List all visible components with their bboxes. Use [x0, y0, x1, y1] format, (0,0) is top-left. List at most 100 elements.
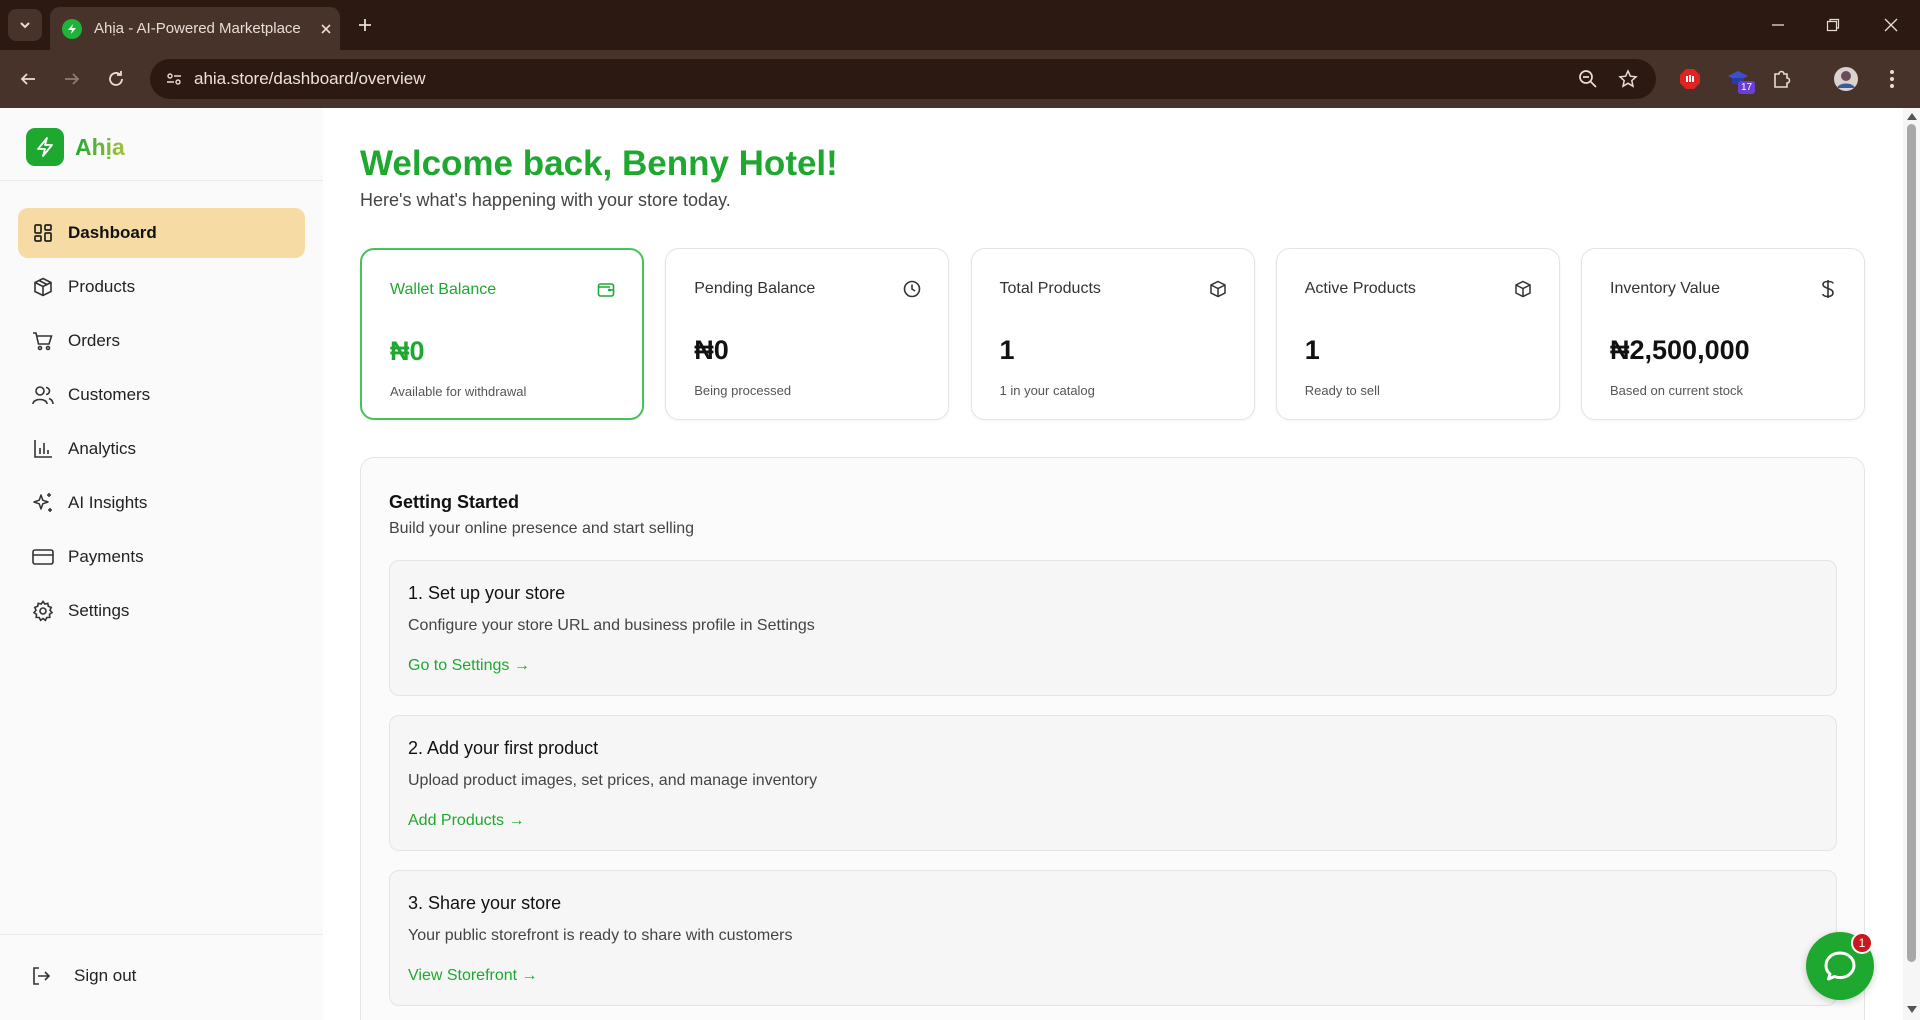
tab-search-button[interactable] [8, 9, 42, 41]
package-icon [1513, 279, 1533, 299]
chat-bubble-icon [1824, 951, 1856, 981]
page-subtitle: Here's what's happening with your store … [360, 190, 731, 210]
minimize-button[interactable] [1758, 10, 1798, 40]
scroll-down-arrow[interactable] [1907, 1006, 1917, 1013]
stat-title: Pending Balance [694, 280, 816, 297]
stat-value: ₦0 [694, 335, 729, 365]
sidebar-item-label: Customers [68, 385, 151, 404]
extension-badge-icon[interactable]: 17 [1722, 63, 1756, 95]
close-tab-icon[interactable] [316, 19, 336, 39]
step-description: Upload product images, set prices, and m… [408, 772, 818, 789]
sidebar-item-label: Payments [68, 547, 144, 566]
sidebar-item-label: Settings [68, 601, 130, 620]
extension-badge-count: 17 [1738, 81, 1756, 94]
stat-title: Wallet Balance [390, 281, 497, 298]
clock-icon [902, 279, 922, 299]
scroll-up-arrow[interactable] [1907, 113, 1917, 120]
ahia-logo-icon [26, 128, 64, 166]
extensions-puzzle-icon[interactable] [1766, 63, 1798, 95]
profile-avatar[interactable] [1830, 63, 1862, 95]
users-icon [32, 384, 54, 406]
view-storefront-link[interactable]: View Storefront → [408, 967, 538, 985]
brand[interactable]: Ahịa [26, 128, 125, 166]
package-icon [1208, 279, 1228, 299]
stat-title: Active Products [1304, 280, 1416, 297]
forward-button[interactable] [56, 63, 88, 95]
dashboard-icon [32, 222, 54, 244]
plus-icon [359, 19, 371, 31]
stat-card-wallet-balance[interactable]: Wallet Balance ₦0 Available for withdraw… [360, 248, 644, 420]
step-share-store: 3. Share your store Your public storefro… [389, 870, 1837, 1006]
address-bar[interactable]: ahia.store/dashboard/overview [150, 59, 1656, 99]
stat-caption: 1 in your catalog [999, 383, 1095, 398]
sidebar: Ahịa Dashboard Products Orders Customers… [0, 108, 324, 1020]
arrow-left-icon [20, 73, 35, 85]
bookmark-star-icon[interactable] [1616, 67, 1640, 91]
cart-icon [32, 330, 54, 352]
chevron-down-icon [20, 22, 30, 29]
minimize-icon [1772, 24, 1784, 26]
sign-out-button[interactable]: Sign out [30, 965, 136, 987]
sidebar-item-orders[interactable]: Orders [18, 316, 305, 366]
stat-value: ₦0 [390, 336, 425, 366]
reload-button[interactable] [100, 63, 132, 95]
stat-title: Total Products [999, 280, 1101, 297]
getting-started-title: Getting Started [389, 492, 520, 512]
back-button[interactable] [12, 63, 44, 95]
step-title: 3. Share your store [408, 893, 562, 913]
browser-toolbar: ahia.store/dashboard/overview 17 [0, 50, 1920, 108]
step-description: Configure your store URL and business pr… [408, 617, 815, 634]
step-title: 1. Set up your store [408, 583, 566, 603]
sidebar-item-products[interactable]: Products [18, 262, 305, 312]
stat-title: Inventory Value [1610, 280, 1720, 297]
stat-card-inventory-value[interactable]: Inventory Value ₦2,500,000 Based on curr… [1581, 248, 1865, 420]
sparkles-icon [32, 492, 54, 514]
sidebar-item-dashboard[interactable]: Dashboard [18, 208, 305, 258]
logout-icon [30, 965, 52, 987]
credit-card-icon [32, 546, 54, 568]
dollar-icon [1818, 279, 1838, 299]
close-icon [1884, 18, 1898, 32]
stat-value: ₦2,500,000 [1610, 335, 1750, 365]
browser-menu-icon[interactable] [1876, 63, 1908, 95]
browser-tab[interactable]: Ahịa - AI-Powered Marketplace [50, 7, 340, 50]
wallet-icon [596, 280, 616, 300]
brand-name: Ahịa [75, 133, 125, 160]
go-to-settings-link[interactable]: Go to Settings → [408, 657, 530, 675]
sidebar-nav: Dashboard Products Orders Customers Anal… [18, 208, 305, 640]
step-add-product: 2. Add your first product Upload product… [389, 715, 1837, 851]
stat-card-active-products[interactable]: Active Products 1 Ready to sell [1275, 248, 1560, 420]
add-products-link[interactable]: Add Products → [408, 812, 525, 830]
main-content: Welcome back, Benny Hotel! Here's what's… [323, 108, 1903, 1020]
url-text: ahia.store/dashboard/overview [194, 69, 426, 88]
sidebar-item-customers[interactable]: Customers [18, 370, 305, 420]
stat-caption: Based on current stock [1610, 383, 1743, 398]
browser-tab-bar: Ahịa - AI-Powered Marketplace [0, 0, 1920, 50]
sidebar-item-ai-insights[interactable]: AI Insights [18, 478, 305, 528]
close-window-button[interactable] [1871, 10, 1911, 40]
reload-icon [109, 71, 123, 86]
sidebar-item-settings[interactable]: Settings [18, 586, 305, 636]
adblock-extension-icon[interactable] [1674, 63, 1706, 95]
divider [0, 180, 323, 181]
stat-caption: Being processed [694, 383, 792, 398]
step-title: 2. Add your first product [408, 738, 599, 758]
stat-caption: Ready to sell [1304, 383, 1380, 398]
restore-icon [1826, 18, 1840, 32]
scrollbar-thumb[interactable] [1907, 124, 1916, 962]
stat-card-pending-balance[interactable]: Pending Balance ₦0 Being processed [665, 248, 950, 420]
stat-card-total-products[interactable]: Total Products 1 1 in your catalog [970, 248, 1255, 420]
package-icon [32, 276, 54, 298]
page-scrollbar[interactable] [1903, 108, 1920, 1020]
sign-out-label: Sign out [74, 966, 137, 985]
arrow-right-icon [65, 73, 80, 85]
sidebar-item-label: AI Insights [68, 493, 148, 512]
new-tab-button[interactable] [352, 12, 378, 38]
restore-button[interactable] [1813, 10, 1853, 40]
site-info-icon[interactable] [164, 69, 184, 89]
sidebar-item-payments[interactable]: Payments [18, 532, 305, 582]
zoom-icon[interactable] [1576, 67, 1600, 91]
sidebar-item-analytics[interactable]: Analytics [18, 424, 305, 474]
chat-notification-badge: 1 [1851, 932, 1873, 954]
stats-row: Wallet Balance ₦0 Available for withdraw… [360, 248, 1865, 420]
